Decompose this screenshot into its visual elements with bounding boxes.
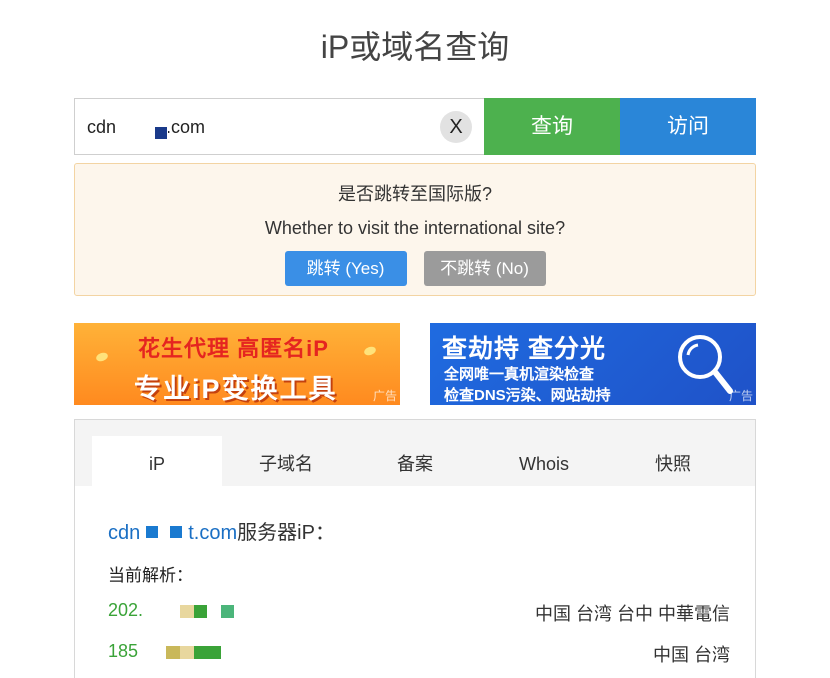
domain-suffix: t.com [188, 522, 238, 544]
current-resolution-label: 当前解析： [108, 566, 193, 585]
redacted-block [194, 646, 221, 659]
ip-address[interactable]: 202. [108, 600, 143, 621]
ad-line: 全网唯一真机渲染检查 [444, 366, 595, 383]
redacted-block [221, 605, 234, 618]
tab-subdomain[interactable]: 子域名 [221, 436, 351, 486]
ad-line: 专业iP变换工具 [134, 374, 338, 404]
search-bar: X 查询 访问 [74, 98, 756, 155]
ip-address[interactable]: 185 [108, 641, 138, 662]
international-site-notice: 是否跳转至国际版? Whether to visit the internati… [74, 163, 756, 296]
ad-tag: 广告 [728, 389, 753, 403]
redacted-block [170, 526, 183, 538]
redacted-block [180, 605, 194, 618]
redacted-block [194, 605, 207, 618]
tab-icp[interactable]: 备案 [350, 436, 480, 486]
domain-tail: 服务器iP： [237, 522, 335, 544]
redacted-block [146, 526, 159, 538]
notice-question-en: Whether to visit the international site? [264, 218, 566, 238]
page: iP或域名查询 X 查询 访问 是否跳转至国际版? Whether to vis… [0, 0, 830, 678]
notice-question-cn: 是否跳转至国际版? [337, 184, 492, 204]
result-tabs: iP 子域名 备案 Whois 快照 [75, 420, 755, 486]
visit-button[interactable]: 访问 [620, 98, 756, 155]
clear-button[interactable]: X [440, 111, 472, 143]
yes-button[interactable]: 跳转 (Yes) [284, 251, 407, 286]
query-button[interactable]: 查询 [484, 98, 620, 155]
tab-ip[interactable]: iP [92, 436, 222, 486]
ip-row: 202. 中国 台湾 台中 中華電信 [108, 600, 730, 626]
ad-line: 花生代理 高匿名iP [138, 336, 329, 361]
coin-icon [94, 351, 110, 363]
tab-snapshot[interactable]: 快照 [608, 436, 738, 486]
ip-location: 中国 台湾 台中 中華電信 [534, 604, 730, 624]
redacted-text-mask [116, 115, 168, 139]
domain-prefix: cdn [108, 522, 141, 544]
no-button[interactable]: 不跳转 (No) [423, 251, 546, 286]
page-title: iP或域名查询 [320, 29, 510, 65]
search-box: X [74, 98, 484, 155]
ad-banner-peanut-proxy[interactable]: 花生代理 高匿名iP 专业iP变换工具 广告 [74, 323, 400, 405]
ip-row: 185 中国 台湾 [108, 641, 730, 667]
redacted-block [180, 646, 194, 659]
coin-icon [362, 345, 378, 357]
ip-location: 中国 台湾 [652, 645, 730, 665]
ad-line: 查劫持 查分光 [442, 335, 606, 363]
ad-banner-hijack-check[interactable]: 查劫持 查分光 全网唯一真机渲染检查 检查DNS污染、网站劫持 广告 [430, 323, 756, 405]
redacted-block [166, 646, 180, 659]
tab-whois[interactable]: Whois [479, 436, 609, 486]
notice-buttons: 跳转 (Yes) 不跳转 (No) [75, 251, 755, 286]
ad-line: 检查DNS污染、网站劫持 [444, 387, 611, 404]
result-panel: iP 子域名 备案 Whois 快照 cdn t.com服务器iP： 当前解析： … [74, 419, 756, 678]
ad-tag: 广告 [372, 389, 397, 403]
magnifier-icon [678, 335, 733, 394]
domain-heading: cdn t.com服务器iP： [108, 516, 335, 545]
